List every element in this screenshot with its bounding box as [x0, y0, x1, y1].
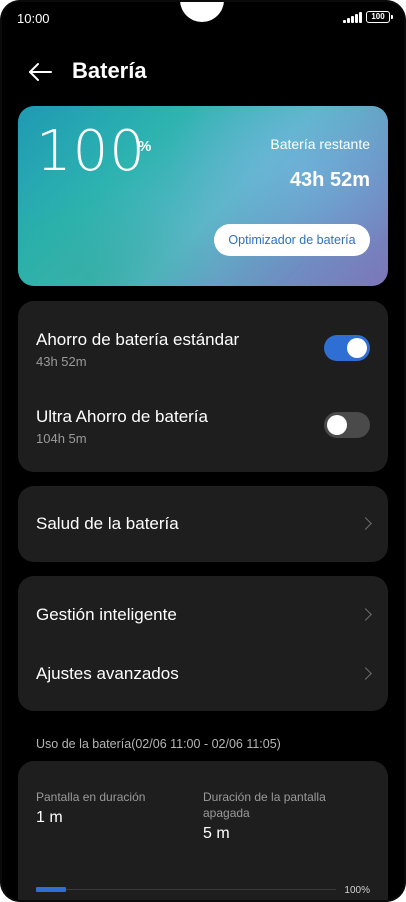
camera-notch	[180, 0, 224, 22]
back-button[interactable]	[26, 58, 56, 86]
standard-saving-row[interactable]: Ahorro de batería estándar 43h 52m	[18, 301, 388, 387]
ultra-saving-row[interactable]: Ultra Ahorro de batería 104h 5m	[18, 387, 388, 472]
saving-modes-section: Ahorro de batería estándar 43h 52m Ultra…	[18, 301, 388, 472]
battery-icon: 100	[366, 11, 393, 23]
page-title: Batería	[72, 58, 147, 83]
arrow-left-icon	[29, 63, 52, 81]
usage-bar-track	[36, 889, 336, 890]
remaining-time: 43h 52m	[289, 169, 370, 191]
battery-optimizer-button[interactable]: Optimizador de batería	[214, 224, 370, 256]
status-bar: 10:00 100	[0, 0, 406, 36]
usage-bar-fill	[36, 887, 66, 892]
status-battery-level: 100	[371, 12, 385, 21]
app-header: Batería	[0, 52, 406, 92]
chevron-right-icon	[359, 667, 372, 680]
status-time: 10:00	[17, 11, 50, 26]
battery-health-title: Salud de la batería	[36, 514, 179, 533]
standard-saving-subtitle: 43h 52m	[36, 354, 87, 369]
advanced-settings-row[interactable]: Ajustes avanzados	[18, 644, 388, 711]
ultra-saving-toggle[interactable]	[324, 412, 370, 438]
screen-on-value: 1 m	[36, 809, 63, 826]
battery-percent-value: 100	[36, 119, 146, 184]
standard-saving-toggle[interactable]	[324, 335, 370, 361]
battery-health-row[interactable]: Salud de la batería	[18, 486, 388, 562]
battery-percent-sign: %	[138, 138, 152, 155]
phone-screen: 10:00 100 Batería 100 % Batería restante…	[0, 0, 406, 902]
battery-summary-card: 100 % Batería restante 43h 52m Optimizad…	[18, 106, 388, 286]
usage-bar-percent: 100%	[344, 885, 370, 896]
management-section: Gestión inteligente Ajustes avanzados	[18, 576, 388, 711]
standard-saving-title: Ahorro de batería estándar	[36, 330, 240, 349]
screen-off-value: 5 m	[203, 825, 230, 842]
usage-period-caption: Uso de la batería(02/06 11:00 - 02/06 11…	[36, 737, 281, 751]
screen-on-label: Pantalla en duración	[36, 790, 146, 804]
chevron-right-icon	[359, 517, 372, 530]
chevron-right-icon	[359, 608, 372, 621]
battery-optimizer-label: Optimizador de batería	[228, 233, 356, 247]
ultra-saving-subtitle: 104h 5m	[36, 431, 87, 446]
remaining-label: Batería restante	[270, 136, 370, 152]
ultra-saving-title: Ultra Ahorro de batería	[36, 407, 208, 426]
smart-management-title: Gestión inteligente	[36, 605, 177, 624]
battery-health-section: Salud de la batería	[18, 486, 388, 562]
usage-section: Pantalla en duración 1 m Duración de la …	[18, 761, 388, 902]
screen-off-label: Duración de la pantalla apagada	[203, 790, 326, 820]
smart-management-row[interactable]: Gestión inteligente	[18, 576, 388, 644]
advanced-settings-title: Ajustes avanzados	[36, 664, 179, 683]
signal-icon	[343, 12, 363, 23]
